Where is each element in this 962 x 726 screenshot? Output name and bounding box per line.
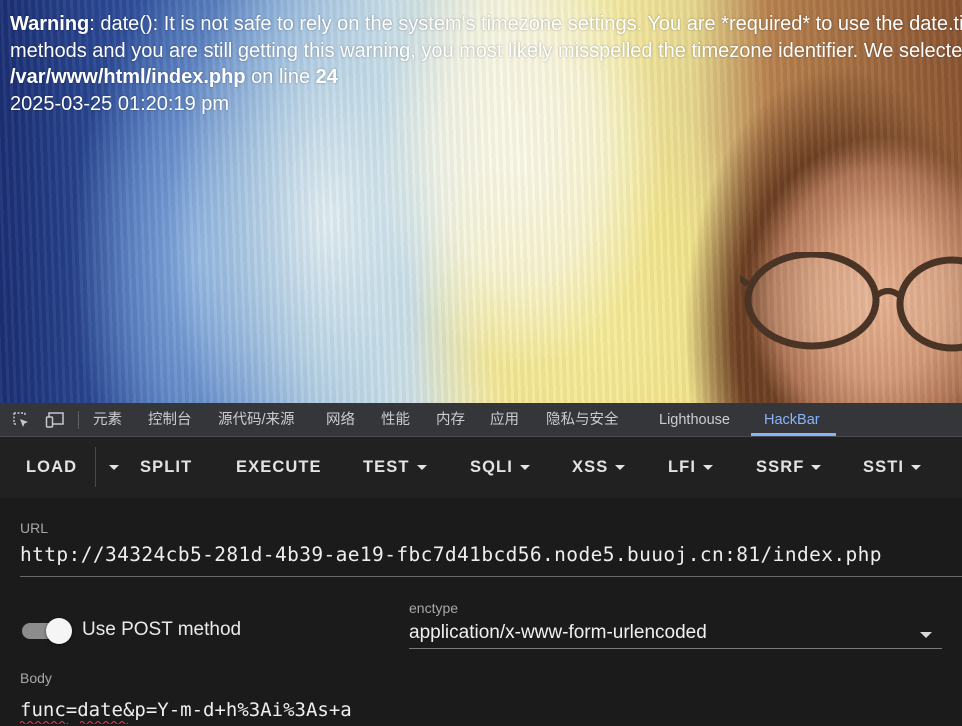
chevron-down-icon [703, 465, 714, 470]
tab-hackbar[interactable]: HackBar [764, 403, 820, 437]
chevron-down-icon [811, 465, 822, 470]
url-label: URL [20, 520, 49, 536]
enctype-select[interactable]: application/x-www-form-urlencoded [409, 622, 707, 644]
warning-text-1: : date(): It is not safe to rely on the … [89, 13, 962, 35]
tab-performance[interactable]: 性能 [381, 403, 410, 437]
tab-console[interactable]: 控制台 [148, 403, 192, 437]
ssti-menu-button[interactable]: SSTI [863, 437, 922, 498]
warning-label: Warning [10, 13, 90, 35]
body-label: Body [20, 670, 52, 686]
date-output: 2025-03-25 01:20:19 pm [10, 92, 230, 115]
hackbar-form: URL http://34324cb5-281d-4b39-ae19-fbc7d… [0, 498, 962, 726]
tab-separator [78, 411, 79, 429]
chevron-down-icon [615, 465, 626, 470]
xss-menu-button[interactable]: XSS [572, 437, 626, 498]
inspect-element-icon[interactable] [11, 410, 31, 430]
chevron-down-icon [519, 465, 530, 470]
spellcheck-underline [80, 721, 128, 724]
tab-memory[interactable]: 内存 [436, 403, 465, 437]
chevron-down-icon [911, 465, 922, 470]
tab-lighthouse[interactable]: Lighthouse [659, 403, 730, 437]
lfi-label: LFI [668, 458, 697, 476]
url-input[interactable]: http://34324cb5-281d-4b39-ae19-fbc7d41bc… [20, 543, 882, 566]
hackbar-toolbar: LOAD SPLIT EXECUTE TEST SQLI XSS LFI SSR… [0, 437, 962, 498]
chevron-down-icon [416, 465, 427, 470]
active-tab-indicator [751, 433, 836, 436]
line-number: 24 [315, 66, 338, 88]
enctype-underline [409, 648, 942, 649]
post-method-toggle[interactable] [22, 617, 72, 645]
tab-privacy-security[interactable]: 隐私与安全 [546, 403, 619, 437]
test-menu-button[interactable]: TEST [363, 437, 427, 498]
split-button[interactable]: SPLIT [140, 437, 192, 498]
load-dropdown-button[interactable] [102, 437, 119, 498]
lfi-menu-button[interactable]: LFI [668, 437, 714, 498]
spellcheck-underline [20, 721, 68, 724]
url-input-underline [20, 576, 962, 577]
tab-network[interactable]: 网络 [326, 403, 355, 437]
load-button[interactable]: LOAD [26, 437, 77, 498]
on-line-text: on line [245, 66, 316, 88]
devtools-panel: 元素 控制台 源代码/来源 网络 性能 内存 应用 隐私与安全 Lighthou… [0, 403, 962, 726]
sqli-menu-button[interactable]: SQLI [470, 437, 530, 498]
post-method-label: Use POST method [82, 619, 242, 640]
warning-text-2: methods and you are still getting this w… [10, 39, 962, 62]
face-glasses-graphic [740, 252, 962, 352]
execute-button[interactable]: EXECUTE [236, 437, 322, 498]
tab-elements[interactable]: 元素 [93, 403, 122, 437]
file-path: /var/www/html/index.php [10, 66, 246, 88]
chevron-down-icon[interactable] [920, 632, 932, 638]
php-warning-line1: Warning: date(): It is not safe to rely … [10, 11, 962, 38]
body-input[interactable]: func=date&p=Y-m-d+h%3Ai%3As+a [20, 699, 352, 721]
php-warning-line3: /var/www/html/index.php on line 24 [10, 64, 962, 91]
tab-application[interactable]: 应用 [490, 403, 519, 437]
ssrf-label: SSRF [756, 458, 805, 476]
page-viewport: Warning: date(): It is not safe to rely … [0, 0, 962, 403]
enctype-label: enctype [409, 600, 459, 616]
ssti-label: SSTI [863, 458, 905, 476]
ssrf-menu-button[interactable]: SSRF [756, 437, 822, 498]
php-warning-line2: methods and you are still getting this w… [10, 38, 962, 65]
sqli-label: SQLI [470, 458, 513, 476]
xss-label: XSS [572, 458, 609, 476]
load-divider [95, 447, 96, 487]
chevron-down-icon [109, 465, 119, 470]
device-toolbar-icon[interactable] [45, 410, 65, 430]
devtools-tab-bar: 元素 控制台 源代码/来源 网络 性能 内存 应用 隐私与安全 Lighthou… [0, 403, 962, 437]
toggle-knob [46, 618, 72, 644]
php-output: Warning: date(): It is not safe to rely … [10, 11, 962, 117]
tab-sources[interactable]: 源代码/来源 [218, 403, 295, 437]
test-label: TEST [363, 458, 410, 476]
